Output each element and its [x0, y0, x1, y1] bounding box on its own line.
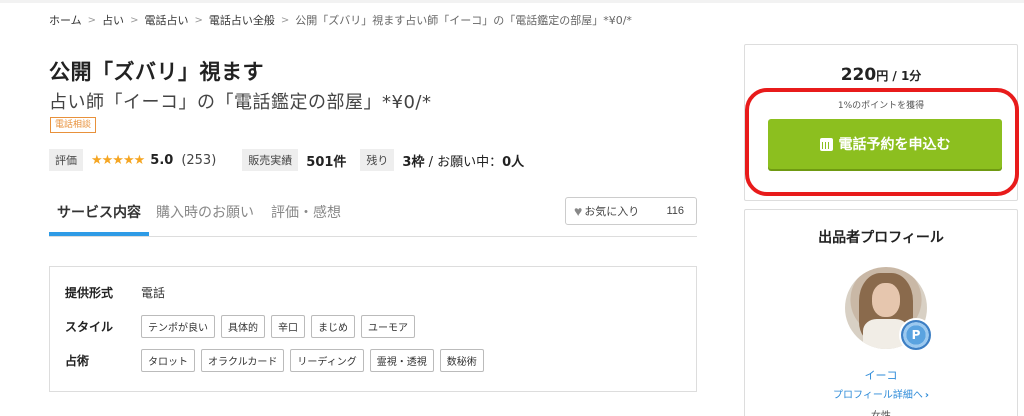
rating-label: 評価 — [49, 149, 83, 171]
breadcrumb-separator: > — [194, 14, 203, 26]
page-title: 公開「ズバリ」視ます — [49, 60, 264, 84]
style-chip[interactable]: まじめ — [311, 315, 355, 338]
avatar-face — [872, 283, 900, 317]
favorite-label: お気に入り — [584, 206, 640, 218]
favorite-count: 116 — [666, 205, 684, 217]
page-subtitle: 占い師「イーコ」の「電話鑑定の部屋」*¥0/* — [49, 92, 432, 113]
remaining-value: 3枠 / お願い中：0人 — [402, 151, 524, 170]
purchase-box: 220円 / 1分 1%のポイントを獲得 電話予約を申込む — [744, 44, 1018, 201]
style-label: スタイル — [65, 320, 114, 334]
top-divider — [0, 0, 1024, 3]
calendar-icon — [819, 137, 833, 151]
style-chip[interactable]: 辛口 — [271, 315, 305, 338]
breadcrumb-separator: > — [87, 14, 97, 26]
point-note: 1%のポイントを獲得 — [837, 101, 925, 111]
method-row: 占術 タロット オラクルカード リーディング 霊視・透視 数秘術 — [65, 349, 490, 372]
price-amount: 220 — [840, 65, 877, 85]
breadcrumb-current: 公開「ズバリ」視ます占い師「イーコ」の「電話鑑定の部屋」*¥0/* — [295, 14, 632, 27]
breadcrumb-fortune[interactable]: 占い — [102, 12, 124, 28]
active-tab-indicator — [49, 232, 149, 236]
method-chip[interactable]: 数秘術 — [439, 349, 484, 372]
tab-reviews[interactable]: 評価・感想 — [271, 202, 341, 222]
breadcrumb: ホーム > 占い > 電話占い > 電話占い全般 > 公開「ズバリ」視ます占い師… — [49, 12, 632, 28]
price: 220円 / 1分 — [745, 65, 1017, 85]
requests-value: 0人 — [502, 154, 525, 170]
format-label: 提供形式 — [65, 286, 114, 300]
sales-value: 501件 — [306, 154, 347, 170]
breadcrumb-phone-fortune-general[interactable]: 電話占い全般 — [209, 12, 275, 28]
rating-stars-icon: ★★★★★ — [91, 152, 145, 168]
profile-link-label: プロフィール詳細へ — [833, 390, 923, 401]
category-tag: 電話相談 — [50, 117, 97, 133]
sales-label: 販売実績 — [242, 149, 299, 171]
method-chip[interactable]: リーディング — [290, 349, 364, 372]
method-chip[interactable]: オラクルカード — [201, 349, 285, 372]
reservation-button-label: 電話予約を申込む — [838, 137, 951, 153]
rating-value: 5.0 — [150, 152, 174, 168]
heart-icon: ♥ — [574, 203, 583, 219]
breadcrumb-separator: > — [130, 14, 139, 26]
method-label: 占術 — [65, 354, 90, 368]
method-chip[interactable]: タロット — [141, 349, 195, 372]
service-details-card: 提供形式 電話 スタイル テンポが良い 具体的 辛口 まじめ ユーモア 占術 タ… — [49, 266, 697, 392]
tab-service-content[interactable]: サービス内容 — [57, 202, 141, 222]
breadcrumb-phone-fortune[interactable]: 電話占い — [144, 12, 188, 28]
tab-purchase-requests[interactable]: 購入時のお願い — [156, 202, 254, 222]
remaining-text: / お願い中： — [424, 154, 503, 170]
phone-reservation-button[interactable]: 電話予約を申込む — [768, 119, 1002, 169]
style-row: スタイル テンポが良い 具体的 辛口 まじめ ユーモア — [65, 315, 421, 338]
format-row: 提供形式 電話 — [65, 284, 165, 301]
format-value: 電話 — [141, 286, 166, 300]
favorite-button[interactable]: ♥ お気に入り 116 — [565, 197, 697, 225]
remaining-label: 残り — [360, 149, 395, 171]
seller-profile-card: 出品者プロフィール P イーコ プロフィール詳細へ› 女性 — [744, 209, 1018, 416]
breadcrumb-home[interactable]: ホーム — [49, 12, 82, 28]
style-chip[interactable]: 具体的 — [221, 315, 265, 338]
remaining-slots: 3枠 — [402, 154, 425, 170]
seller-name-link[interactable]: イーコ — [745, 367, 1017, 383]
method-chip[interactable]: 霊視・透視 — [369, 349, 434, 372]
style-chip[interactable]: ユーモア — [361, 315, 415, 338]
style-chip[interactable]: テンポが良い — [141, 315, 215, 338]
service-stats: 評価 ★★★★★ 5.0 (253) 販売実績 501件 残り 3枠 / お願い… — [49, 149, 524, 171]
rating-count[interactable]: (253) — [181, 153, 216, 168]
breadcrumb-separator: > — [280, 14, 290, 26]
profile-heading: 出品者プロフィール — [818, 230, 944, 246]
chevron-right-icon: › — [924, 390, 929, 401]
profile-detail-link[interactable]: プロフィール詳細へ › — [745, 386, 1017, 401]
price-unit: 円 / 1分 — [876, 69, 922, 83]
rank-badge-icon: P — [899, 318, 933, 352]
seller-gender: 女性 — [745, 407, 1017, 416]
